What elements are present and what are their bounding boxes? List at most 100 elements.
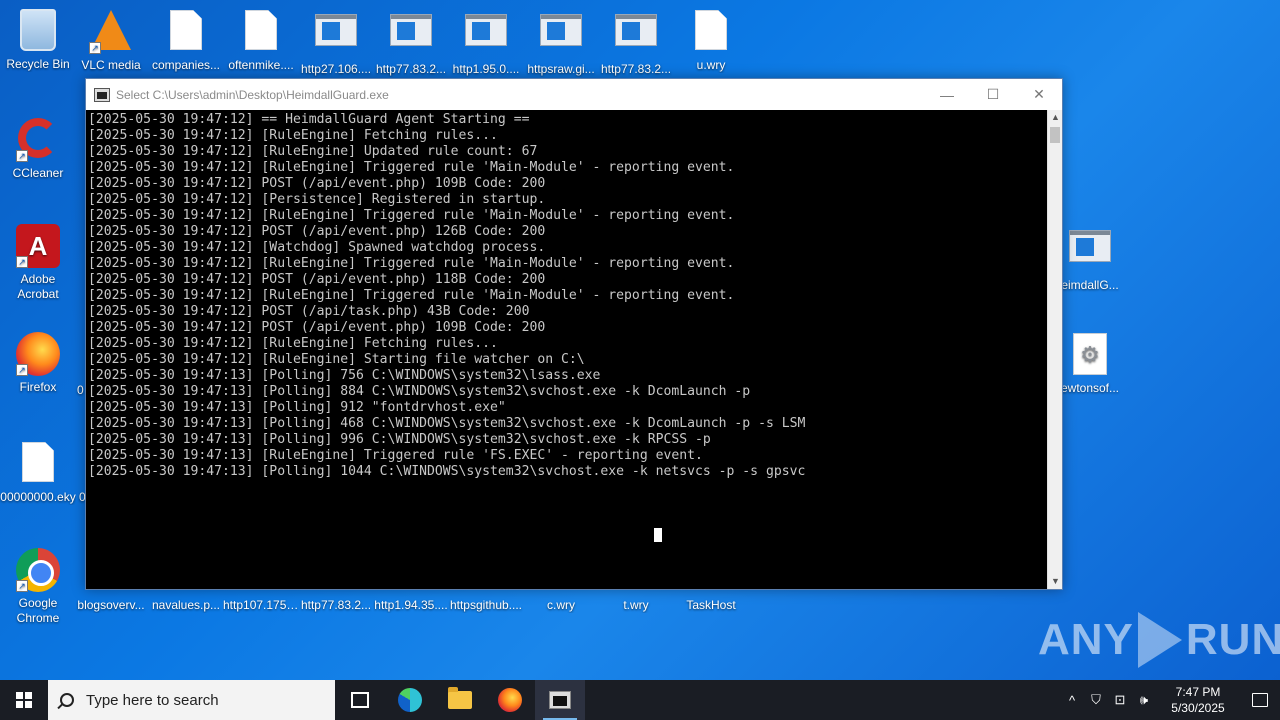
console-line: [2025-05-30 19:47:13] [Polling] 912 "fon… <box>88 400 506 415</box>
firefox-icon: ↗ <box>16 332 60 376</box>
acrobat-icon: A ↗ <box>16 224 60 268</box>
desktop-icon-recycle-bin[interactable]: Recycle Bin <box>0 8 76 72</box>
network-icon[interactable]: ⊡ <box>1108 692 1132 708</box>
partial-icon-label: 0 <box>77 383 84 397</box>
desktop-icon-companies[interactable]: companies... <box>148 8 224 73</box>
tray-chevron-icon[interactable]: ^ <box>1060 693 1084 708</box>
console-line: [2025-05-30 19:47:12] [RuleEngine] Updat… <box>88 144 538 159</box>
desktop-icon-blogsoverv[interactable]: blogsoverv... <box>73 598 149 613</box>
system-tray: ^ ⛉ ⊡ 🕪 7:47 PM 5/30/2025 <box>1060 680 1280 720</box>
window-file-icon <box>389 14 433 58</box>
desktop-icon-httpsgithub[interactable]: httpsgithub.... <box>448 598 524 613</box>
console-line: [2025-05-30 19:47:12] POST (/api/task.ph… <box>88 304 530 319</box>
console-output[interactable]: [2025-05-30 19:47:12] == HeimdallGuard A… <box>86 110 1047 589</box>
notification-icon <box>1252 693 1268 707</box>
search-placeholder: Type here to search <box>86 691 219 709</box>
desktop-icon-acrobat[interactable]: A ↗ Adobe Acrobat <box>0 224 76 302</box>
desktop-icon-chrome[interactable]: ↗ Google Chrome <box>0 548 76 626</box>
console-app-icon <box>94 87 110 102</box>
minimize-button[interactable]: — <box>924 79 970 110</box>
file-icon <box>164 10 208 54</box>
vertical-scrollbar[interactable]: ▲ ▼ <box>1047 110 1062 589</box>
taskbar-firefox[interactable] <box>485 680 535 720</box>
window-file-icon <box>464 14 508 58</box>
console-line: [2025-05-30 19:47:12] POST (/api/event.p… <box>88 224 546 239</box>
file-icon <box>16 442 60 486</box>
desktop-icon-http77-a[interactable]: http77.83.2... <box>373 8 449 77</box>
desktop-icon-http1-94[interactable]: http1.94.35.... <box>373 598 449 613</box>
window-file-icon <box>1068 230 1112 274</box>
file-icon <box>239 10 283 54</box>
scrollbar-thumb[interactable] <box>1050 127 1060 143</box>
windows-logo-icon <box>16 692 32 708</box>
desktop-icon-c-wry[interactable]: c.wry <box>523 598 599 613</box>
task-view-button[interactable] <box>335 680 385 720</box>
desktop-icon-t-wry[interactable]: t.wry <box>598 598 674 613</box>
console-line: [2025-05-30 19:47:13] [Polling] 996 C:\W… <box>88 432 711 447</box>
console-line: [2025-05-30 19:47:12] POST (/api/event.p… <box>88 272 546 287</box>
scroll-up-arrow-icon[interactable]: ▲ <box>1048 110 1063 125</box>
console-line: [2025-05-30 19:47:12] [RuleEngine] Trigg… <box>88 288 735 303</box>
window-controls: — ☐ ✕ <box>924 79 1062 110</box>
desktop-icon-eky[interactable]: 00000000.eky <box>0 440 76 505</box>
console-window[interactable]: Select C:\Users\admin\Desktop\HeimdallGu… <box>85 78 1063 590</box>
notification-button[interactable] <box>1240 680 1280 720</box>
play-logo-icon <box>1137 612 1182 668</box>
firefox-icon <box>498 688 522 712</box>
desktop-icon-http107[interactable]: http107.175.... <box>223 598 299 613</box>
desktop-icon-navalues[interactable]: navalues.p... <box>148 598 224 613</box>
tray-device-icon[interactable]: ⛉ <box>1084 692 1108 708</box>
clock-time: 7:47 PM <box>1175 685 1221 699</box>
desktop-icon-http27[interactable]: http27.106.... <box>298 8 374 77</box>
console-line: [2025-05-30 19:47:13] [Polling] 1044 C:\… <box>88 464 806 479</box>
task-view-icon <box>351 692 369 708</box>
desktop-icon-http1-95[interactable]: http1.95.0.... <box>448 8 524 77</box>
taskbar-edge[interactable] <box>385 680 435 720</box>
edge-icon <box>398 688 422 712</box>
taskbar-console-app[interactable] <box>535 680 585 720</box>
folder-icon <box>448 687 472 709</box>
window-file-icon <box>614 14 658 58</box>
search-icon <box>60 693 74 707</box>
gear-file-icon: ⚙ <box>1068 333 1112 377</box>
start-button[interactable] <box>0 680 48 720</box>
recycle-bin-icon <box>16 9 60 53</box>
desktop: Recycle Bin ↗ VLC media companies... oft… <box>0 0 1280 680</box>
console-line: [2025-05-30 19:47:13] [Polling] 884 C:\W… <box>88 384 751 399</box>
console-app-icon <box>549 691 571 709</box>
clock-date: 5/30/2025 <box>1171 701 1225 715</box>
desktop-icon-http77-c[interactable]: http77.83.2... <box>298 598 374 613</box>
taskbar-search[interactable]: Type here to search <box>48 680 335 720</box>
console-line: [2025-05-30 19:47:12] [RuleEngine] Trigg… <box>88 256 735 271</box>
desktop-icon-u-wry[interactable]: u.wry <box>673 8 749 73</box>
console-line: [2025-05-30 19:47:12] [RuleEngine] Trigg… <box>88 160 735 175</box>
console-line: [2025-05-30 19:47:12] POST (/api/event.p… <box>88 176 546 191</box>
desktop-icon-taskhost[interactable]: TaskHost <box>673 598 749 613</box>
desktop-icon-http77-b[interactable]: http77.83.2... <box>598 8 674 77</box>
console-line: [2025-05-30 19:47:12] POST (/api/event.p… <box>88 320 546 335</box>
console-line: [2025-05-30 19:47:12] [Watchdog] Spawned… <box>88 240 546 255</box>
chrome-icon: ↗ <box>16 548 60 592</box>
scroll-down-arrow-icon[interactable]: ▼ <box>1048 574 1063 589</box>
speaker-icon[interactable]: 🕪 <box>1132 692 1156 708</box>
taskbar: Type here to search ^ ⛉ ⊡ 🕪 7:47 PM 5/30… <box>0 680 1280 720</box>
desktop-icon-firefox[interactable]: ↗ Firefox <box>0 332 76 395</box>
console-line: [2025-05-30 19:47:12] [RuleEngine] Fetch… <box>88 336 498 351</box>
anyrun-watermark: ANY RUN <box>1038 612 1280 668</box>
console-line: [2025-05-30 19:47:12] [Persistence] Regi… <box>88 192 546 207</box>
desktop-icon-vlc[interactable]: ↗ VLC media <box>73 8 149 73</box>
taskbar-file-explorer[interactable] <box>435 680 485 720</box>
console-line: [2025-05-30 19:47:12] [RuleEngine] Start… <box>88 352 585 367</box>
console-line: [2025-05-30 19:47:12] [RuleEngine] Fetch… <box>88 128 498 143</box>
desktop-icon-httpsraw[interactable]: httpsraw.gi... <box>523 8 599 77</box>
maximize-button[interactable]: ☐ <box>970 79 1016 110</box>
clock[interactable]: 7:47 PM 5/30/2025 <box>1162 684 1234 716</box>
console-line: [2025-05-30 19:47:13] [Polling] 468 C:\W… <box>88 416 806 431</box>
window-title: Select C:\Users\admin\Desktop\HeimdallGu… <box>116 87 389 102</box>
console-line: [2025-05-30 19:47:13] [RuleEngine] Trigg… <box>88 448 703 463</box>
window-titlebar[interactable]: Select C:\Users\admin\Desktop\HeimdallGu… <box>86 79 1062 110</box>
close-button[interactable]: ✕ <box>1016 79 1062 110</box>
desktop-icon-oftenmike[interactable]: oftenmike.... <box>223 8 299 73</box>
desktop-icon-ccleaner[interactable]: ↗ CCleaner <box>0 116 76 181</box>
text-cursor <box>654 528 662 542</box>
